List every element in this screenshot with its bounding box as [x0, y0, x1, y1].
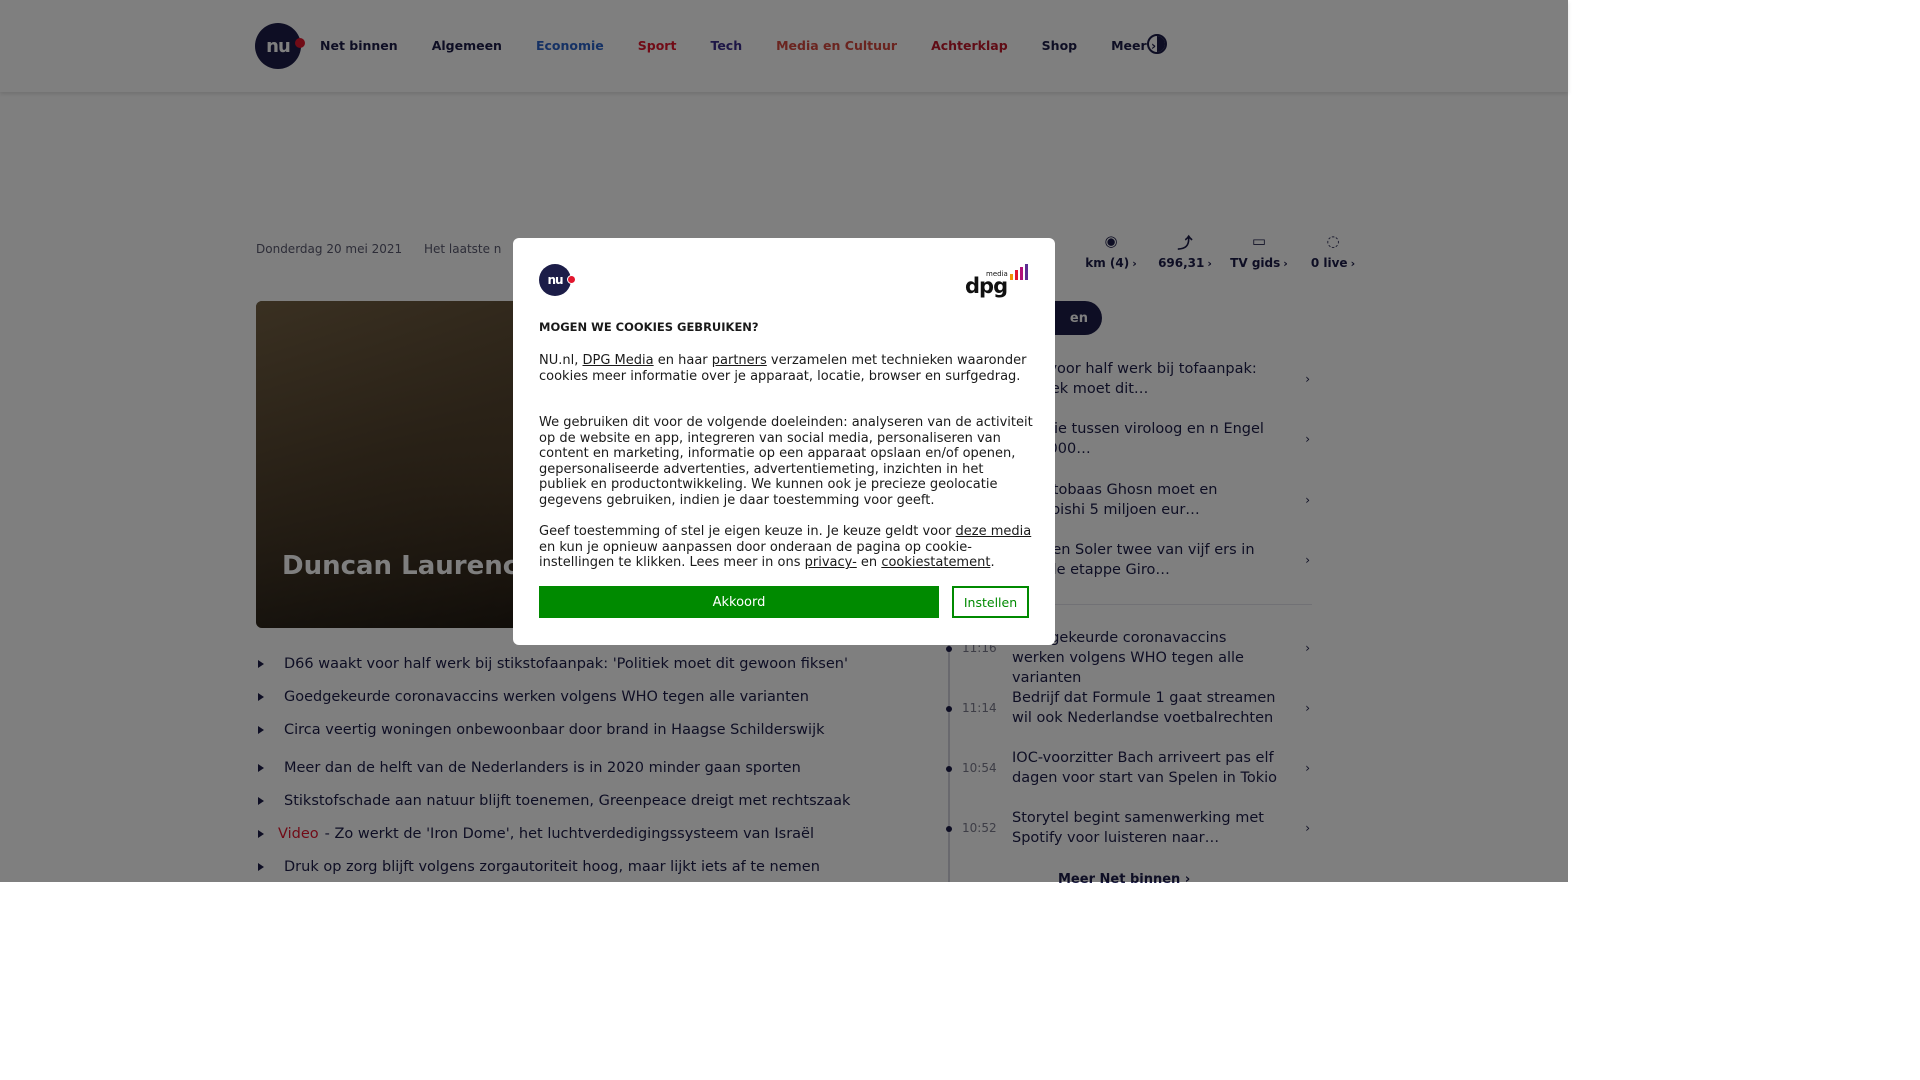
logo-text: nu: [547, 273, 563, 287]
bar: [1025, 264, 1028, 280]
cookiestatement-link[interactable]: cookiestatement: [881, 555, 990, 570]
nu-logo: nu: [539, 264, 576, 296]
dpg-media-link[interactable]: DPG Media: [583, 353, 654, 368]
logo-dot: [567, 275, 576, 284]
partners-link[interactable]: partners: [712, 353, 767, 368]
dialog-paragraph-2: We gebruiken dit voor de volgende doelei…: [539, 415, 1033, 508]
bar: [1010, 274, 1013, 280]
text: NU.nl,: [539, 353, 583, 368]
dialog-paragraph-1: NU.nl, DPG Media en haar partners verzam…: [539, 353, 1033, 384]
text: Geef toestemming of stel je eigen keuze …: [539, 524, 956, 539]
cookie-consent-dialog: nu dpg media MOGEN WE COOKIES GEBRUIKEN?…: [513, 238, 1055, 645]
bar: [1015, 270, 1018, 280]
dialog-paragraph-3: Geef toestemming of stel je eigen keuze …: [539, 524, 1033, 571]
dpg-bars-icon: [1010, 264, 1028, 280]
accept-button[interactable]: Akkoord: [539, 586, 939, 618]
bar: [1020, 267, 1023, 280]
dpg-media-label: media: [986, 270, 1008, 278]
privacy-link[interactable]: privacy-: [805, 555, 857, 570]
text: en haar: [653, 353, 712, 368]
text: en: [856, 555, 882, 570]
deze-media-link[interactable]: deze media: [956, 524, 1032, 539]
text: .: [990, 555, 995, 570]
dpg-media-logo: dpg media: [965, 262, 1031, 298]
dialog-title: MOGEN WE COOKIES GEBRUIKEN?: [539, 320, 759, 334]
settings-button[interactable]: Instellen: [952, 586, 1029, 618]
